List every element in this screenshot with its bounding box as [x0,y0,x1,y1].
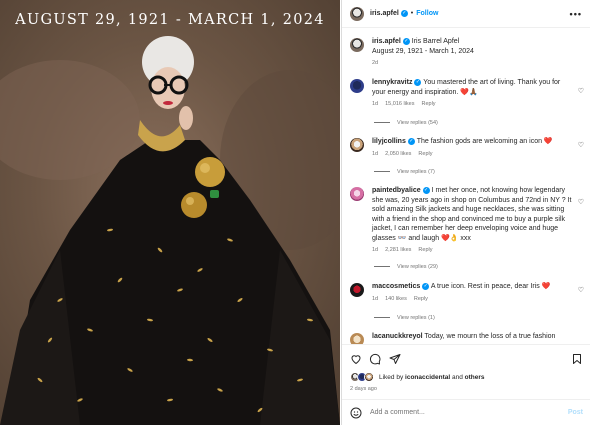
emoji-icon[interactable] [350,407,362,419]
comment-item: lacanuckkreyol Today, we mourn the loss … [350,332,586,344]
view-replies-button[interactable]: View replies (7) [374,169,435,175]
comment-bubble-icon[interactable] [369,353,381,365]
avatar[interactable] [350,283,364,297]
reply-button[interactable]: Reply [418,151,432,157]
post-image[interactable]: AUGUST 29, 1921 - MARCH 1, 2024 [0,0,340,425]
reply-button[interactable]: Reply [418,247,432,253]
comment-time: 1d [372,247,379,253]
post-comment-button[interactable]: Post [568,409,583,416]
liked-by-user[interactable]: iconaccidental [405,374,450,381]
comment-likes[interactable]: 15,016 likes [385,101,414,107]
caption-username[interactable]: iris.apfel [372,38,401,45]
more-options-icon[interactable]: ••• [570,9,582,19]
header-username[interactable]: iris.apfel [370,10,399,17]
like-heart-icon[interactable] [350,353,362,365]
comment-username[interactable]: lennykravitz [372,79,412,86]
view-replies-button[interactable]: View replies (54) [374,120,438,126]
reply-button[interactable]: Reply [421,101,435,107]
like-comment-heart-icon[interactable]: ♡ [578,87,584,95]
comment-username[interactable]: lilyjcollins [372,138,406,145]
comment-item: lilyjcollins ✓ The fashion gods are welco… [350,137,586,159]
avatar[interactable] [350,138,364,152]
reply-button[interactable]: Reply [414,296,428,302]
comment-username[interactable]: maccosmetics [372,283,420,290]
save-bookmark-icon[interactable] [571,353,583,365]
comment-text: The fashion gods are welcoming an icon ❤… [416,138,553,145]
post-header: iris.apfel ✓ • Follow ••• [342,0,590,28]
avatar[interactable] [350,333,364,344]
view-replies-button[interactable]: View replies (29) [374,264,438,270]
post-caption: iris.apfel ✓ Iris Barrel Apfel August 29,… [350,37,586,69]
post-sidebar: iris.apfel ✓ • Follow ••• iris.apfel ✓ Ir… [341,0,590,425]
comment-time: 1d [372,295,379,302]
post-actions-bar [342,344,590,370]
add-comment-bar: Add a comment... Post [342,399,590,425]
avatar [364,372,374,382]
separator-dot: • [410,10,414,17]
comment-text: A true icon. Rest in peace, dear Iris ❤️ [430,283,551,290]
comment-item: paintedbyalice ✓ I met her once, not know… [350,186,586,256]
comment-text: Today, we mourn the loss of a true fashi… [424,333,556,340]
comment-likes[interactable]: 140 likes [385,296,407,302]
verified-badge-icon: ✓ [402,37,410,45]
comment-username[interactable]: paintedbyalice [372,187,421,194]
avatar[interactable] [350,79,364,93]
liked-by-others[interactable]: others [465,374,485,381]
comment-item: lennykravitz ✓ You mastered the art of li… [350,78,586,110]
avatar[interactable] [350,187,364,201]
caption-name: Iris Barrel Apfel [411,38,460,45]
comments-list[interactable]: iris.apfel ✓ Iris Barrel Apfel August 29,… [342,29,590,344]
comment-text: I met her once, not knowing how legendar… [372,187,572,242]
iris-apfel-portrait [0,36,340,425]
comment-likes[interactable]: 2,281 likes [385,247,411,253]
likes-summary[interactable]: Liked by iconaccidental and others [350,372,485,382]
comment-input[interactable]: Add a comment... [370,409,568,416]
view-replies-button[interactable]: View replies (1) [374,315,435,321]
post-timestamp[interactable]: 2 days ago [350,386,377,392]
caption-text: August 29, 1921 - March 1, 2024 [372,47,474,55]
verified-badge-icon: ✓ [407,137,415,145]
follow-button[interactable]: Follow [416,10,438,17]
liked-by-label: Liked by [379,373,404,381]
likes-and: and [452,373,463,381]
like-comment-heart-icon[interactable]: ♡ [578,286,584,294]
verified-badge-icon: ✓ [422,186,430,194]
verified-badge-icon: ✓ [400,10,408,17]
caption-time: 2d [372,60,379,66]
photo-caption: AUGUST 29, 1921 - MARCH 1, 2024 [15,12,325,28]
comment-time: 1d [372,150,379,157]
like-comment-heart-icon[interactable]: ♡ [578,198,584,206]
comment-time: 1d [372,101,379,107]
avatar[interactable] [350,6,364,21]
avatar[interactable] [350,38,364,52]
verified-badge-icon: ✓ [414,78,422,86]
like-comment-heart-icon[interactable]: ♡ [578,141,584,149]
share-send-icon[interactable] [389,353,401,365]
verified-badge-icon: ✓ [422,282,430,290]
comment-likes[interactable]: 2,050 likes [385,151,411,157]
comment-username[interactable]: lacanuckkreyol [372,333,423,340]
comment-item: maccosmetics ✓ A true icon. Rest in peace… [350,282,586,304]
